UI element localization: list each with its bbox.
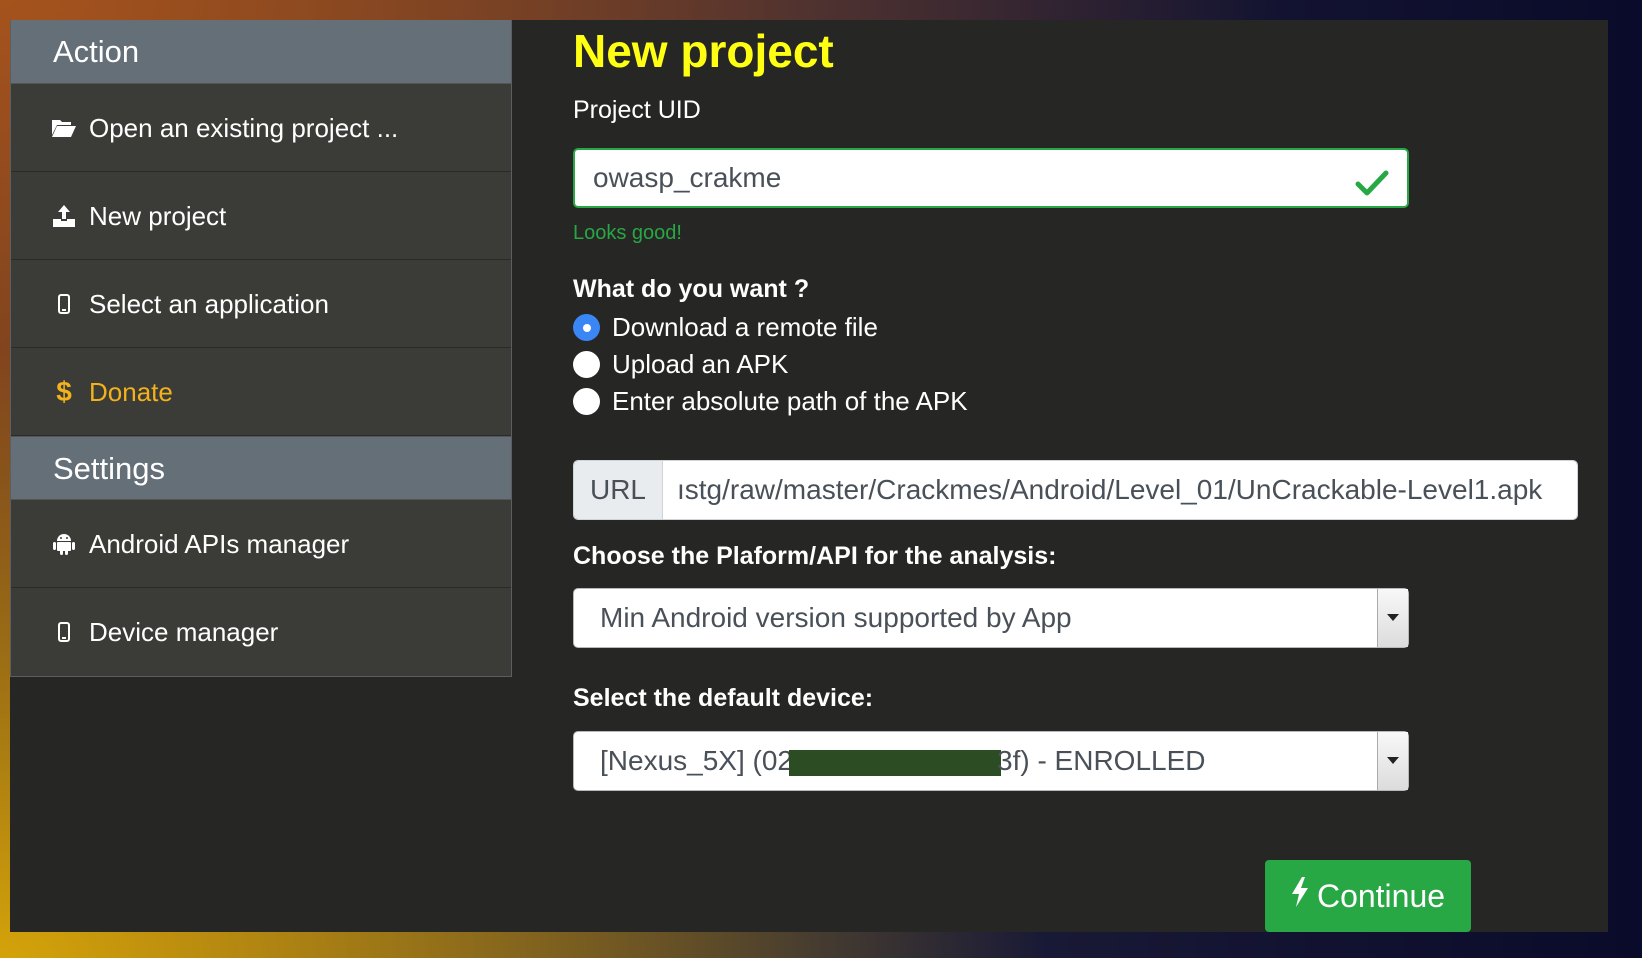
continue-button[interactable]: Continue <box>1265 860 1471 932</box>
sidebar-item-device-manager[interactable]: Device manager <box>11 588 511 676</box>
sidebar-header-action: Action <box>11 20 511 84</box>
platform-select-value: Min Android version supported by App <box>600 602 1072 633</box>
sidebar-item-label: Android APIs manager <box>89 528 350 559</box>
upload-icon <box>51 204 77 228</box>
sidebar-item-open-project[interactable]: Open an existing project ... <box>11 84 511 172</box>
sidebar: Action Open an existing project ... New … <box>10 20 512 677</box>
android-icon <box>51 532 77 556</box>
project-uid-value: owasp_crakme <box>593 162 782 193</box>
app-window: Action Open an existing project ... New … <box>10 20 1608 932</box>
url-input-group: URL ıstg/raw/master/Crackmes/Android/Lev… <box>573 460 1578 520</box>
url-prefix-label: URL <box>574 461 663 519</box>
option-label: Download a remote file <box>612 312 878 342</box>
sidebar-item-label: Device manager <box>89 617 279 647</box>
sidebar-item-new-project[interactable]: New project <box>11 172 511 260</box>
url-input[interactable]: ıstg/raw/master/Crackmes/Android/Level_0… <box>663 461 1577 519</box>
platform-label: Choose the Plaform/API for the analysis: <box>573 542 1057 570</box>
url-value: ıstg/raw/master/Crackmes/Android/Level_0… <box>677 474 1543 505</box>
sidebar-item-android-apis[interactable]: Android APIs manager <box>11 500 511 588</box>
dollar-icon: $ <box>56 375 72 407</box>
mobile-icon <box>51 622 77 642</box>
main-panel: New project Project UID owasp_crakme Loo… <box>573 20 1608 932</box>
page-title: New project <box>573 25 834 77</box>
check-icon <box>1355 162 1389 218</box>
sidebar-item-donate[interactable]: $ Donate <box>11 348 511 436</box>
option-label: Enter absolute path of the APK <box>612 386 968 416</box>
sidebar-item-label: New project <box>89 200 227 231</box>
folder-open-icon <box>51 117 77 139</box>
sidebar-item-label: Donate <box>89 376 173 407</box>
sidebar-header-settings: Settings <box>11 436 511 500</box>
caret-down-icon[interactable] <box>1377 589 1408 647</box>
device-value-suffix: 3f) - ENROLLED <box>997 745 1206 776</box>
mobile-icon <box>51 293 77 314</box>
radio-checked[interactable] <box>573 314 600 341</box>
option-upload-apk[interactable]: Upload an APK <box>573 349 788 380</box>
project-uid-label: Project UID <box>573 96 701 124</box>
option-absolute-path[interactable]: Enter absolute path of the APK <box>573 386 968 417</box>
what-do-you-want-label: What do you want ? <box>573 275 810 303</box>
sidebar-item-label: Open an existing project ... <box>89 112 399 143</box>
device-label: Select the default device: <box>573 684 874 712</box>
sidebar-item-select-application[interactable]: Select an application <box>11 260 511 348</box>
radio-unchecked[interactable] <box>573 388 600 415</box>
device-select[interactable]: [Nexus_5X] (02 3f) - ENROLLED <box>573 731 1409 791</box>
sidebar-item-label: Select an application <box>89 288 329 319</box>
project-uid-input[interactable]: owasp_crakme <box>573 148 1409 208</box>
option-label: Upload an APK <box>612 349 789 379</box>
caret-down-icon[interactable] <box>1377 732 1408 790</box>
validation-feedback: Looks good! <box>573 222 682 244</box>
bolt-icon <box>1291 877 1309 915</box>
option-download-remote[interactable]: Download a remote file <box>573 312 878 343</box>
radio-unchecked[interactable] <box>573 351 600 378</box>
platform-select[interactable]: Min Android version supported by App <box>573 588 1409 648</box>
continue-label: Continue <box>1316 877 1446 914</box>
redaction-block <box>789 749 1001 776</box>
device-value-prefix: [Nexus_5X] (02 <box>600 745 793 776</box>
